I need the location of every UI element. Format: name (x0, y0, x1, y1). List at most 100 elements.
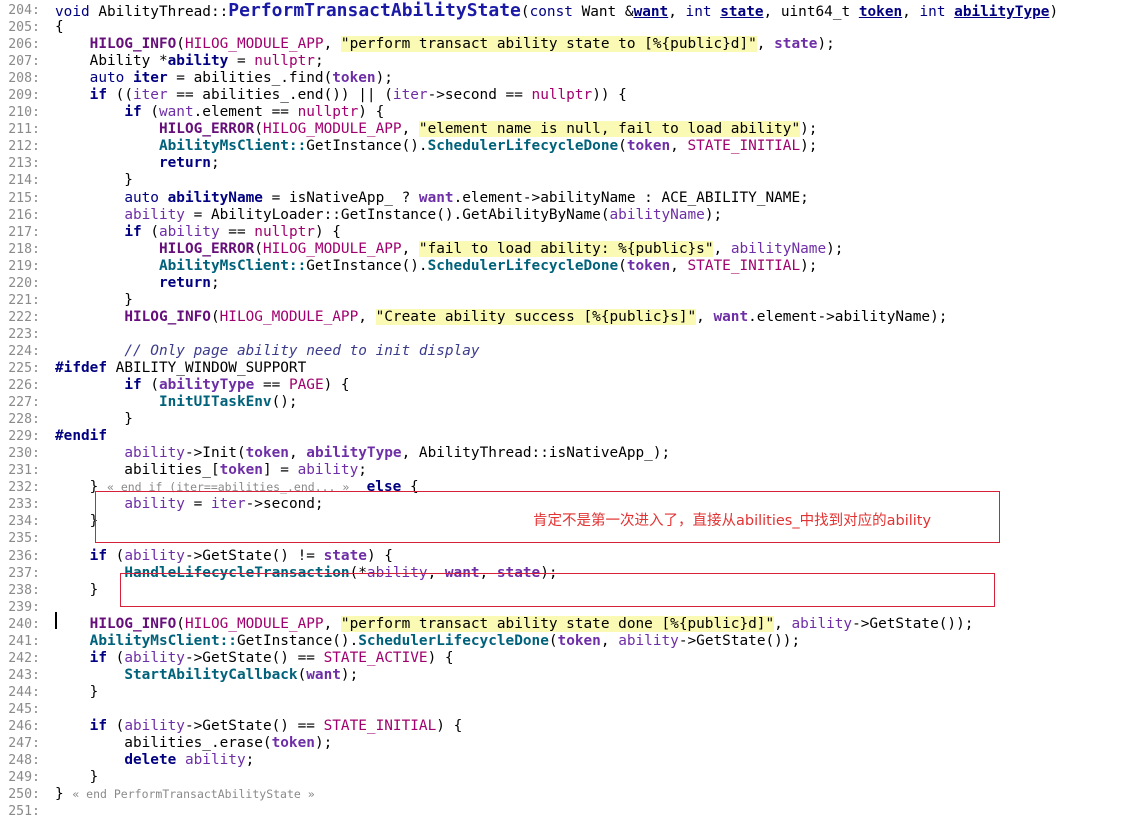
code-line[interactable]: 207: Ability *ability = nullptr; (0, 53, 1123, 70)
code-line[interactable]: 230: ability->Init(token, abilityType, A… (0, 445, 1123, 462)
line-number: 238: (8, 582, 40, 598)
code-line[interactable]: 229: #endif (0, 428, 1123, 445)
code-line[interactable]: 218: HILOG_ERROR(HILOG_MODULE_APP, "fail… (0, 240, 1123, 258)
code-token: uint64_t (780, 4, 859, 20)
code-line[interactable]: 237: HandleLifecycleTransaction(*ability… (0, 565, 1123, 582)
code-token: state (496, 564, 541, 581)
code-token: ); (800, 121, 818, 138)
code-line[interactable]: 247: abilities_.erase(token); (0, 735, 1123, 752)
code-text: auto abilityName = isNativeApp_ ? want.e… (55, 190, 808, 207)
code-token: state (323, 547, 367, 564)
code-token: ability (167, 53, 229, 70)
code-line[interactable]: 208: auto iter = abilities_.find(token); (0, 70, 1123, 87)
code-token: nullptr (254, 53, 315, 70)
code-line[interactable]: 235: (0, 530, 1123, 547)
code-token: state (774, 36, 818, 53)
code-line[interactable]: 236: if (ability->GetState() != state) { (0, 548, 1123, 565)
code-line[interactable]: 214: } (0, 172, 1123, 189)
code-line[interactable]: 246: if (ability->GetState() == STATE_IN… (0, 718, 1123, 735)
code-text: if (ability == nullptr) { (55, 224, 341, 241)
code-line[interactable]: 248: delete ability; (0, 752, 1123, 769)
code-text: if (ability->GetState() != state) { (55, 548, 393, 565)
code-token: .element->abilityName); (748, 308, 948, 325)
code-text: return; (55, 275, 220, 292)
code-line[interactable]: 210: if (want.element == nullptr) { (0, 104, 1123, 121)
code-line[interactable]: 238: } (0, 582, 1123, 599)
code-token: } (55, 769, 99, 786)
code-text: if (ability->GetState() == STATE_ACTIVE)… (55, 650, 454, 667)
code-line[interactable]: 243: StartAbilityCallback(want); (0, 667, 1123, 684)
code-line[interactable]: 206: HILOG_INFO(HILOG_MODULE_APP, "perfo… (0, 36, 1123, 53)
line-number: 215: (8, 190, 40, 206)
code-line[interactable]: 244: } (0, 684, 1123, 701)
code-text: } « end if (iter==abilities_.end... » el… (55, 479, 419, 496)
code-line[interactable]: 219: AbilityMsClient::GetInstance().Sche… (0, 258, 1123, 275)
code-line[interactable]: 215: auto abilityName = isNativeApp_ ? w… (0, 190, 1123, 207)
code-token: token (557, 632, 601, 649)
code-token: ->GetState()); (852, 615, 974, 632)
line-number: 226: (8, 378, 40, 394)
code-token: ); (540, 564, 558, 581)
code-line[interactable]: 245: (0, 701, 1123, 718)
line-number: 239: (8, 599, 40, 615)
code-line[interactable]: 242: if (ability->GetState() == STATE_AC… (0, 650, 1123, 667)
code-token: AbilityMsClient:: (158, 257, 307, 274)
code-token: Ability (55, 53, 159, 70)
code-line[interactable]: 232: } « end if (iter==abilities_.end...… (0, 479, 1123, 496)
code-line[interactable]: 228: } (0, 411, 1123, 428)
line-number: 233: (8, 497, 40, 513)
code-token: (( (115, 87, 133, 104)
line-number: 250: (8, 787, 40, 803)
code-token: ); (817, 36, 835, 53)
code-token: } (55, 411, 133, 428)
code-token: abilityName (730, 240, 827, 257)
code-line[interactable]: 225: #ifdef ABILITY_WINDOW_SUPPORT (0, 360, 1123, 377)
code-line[interactable]: 231: abilities_[token] = ability; (0, 462, 1123, 479)
code-text: delete ability; (55, 752, 254, 769)
code-line[interactable]: 251: (0, 803, 1123, 820)
code-text: } (55, 684, 99, 701)
code-token: , (323, 615, 341, 632)
code-token: ->GetState() != (184, 547, 324, 564)
code-line[interactable]: 216: ability = AbilityLoader::GetInstanc… (0, 207, 1123, 224)
code-line[interactable]: 224: // Only page ability need to init d… (0, 343, 1123, 360)
code-line[interactable]: 213: return; (0, 155, 1123, 172)
code-line[interactable]: 211: HILOG_ERROR(HILOG_MODULE_APP, "elem… (0, 121, 1123, 138)
code-token: ( (210, 308, 220, 325)
code-line[interactable]: 217: if (ability == nullptr) { (0, 224, 1123, 241)
code-line[interactable]: 221: } (0, 292, 1123, 309)
code-line[interactable]: 250:} « end PerformTransactAbilityState … (0, 786, 1123, 803)
code-line[interactable]: 204: void AbilityThread::PerformTransactA… (0, 2, 1123, 21)
code-editor[interactable]: 204: void AbilityThread::PerformTransactA… (0, 2, 1123, 820)
code-line[interactable]: 205: { (0, 19, 1123, 36)
code-line[interactable]: 222: HILOG_INFO(HILOG_MODULE_APP, "Creat… (0, 308, 1123, 326)
code-line[interactable]: 240: HILOG_INFO(HILOG_MODULE_APP, "perfo… (0, 615, 1123, 633)
code-token: int (919, 4, 955, 20)
code-line[interactable]: 220: return; (0, 275, 1123, 292)
code-text: Ability *ability = nullptr; (55, 53, 324, 70)
code-text: ability = iter->second; (55, 496, 323, 513)
code-token: ; (210, 274, 220, 291)
code-line[interactable]: 223: (0, 326, 1123, 343)
line-number: 218: (8, 241, 40, 257)
code-line[interactable]: 227: InitUITaskEnv(); (0, 394, 1123, 411)
code-token: iter (392, 87, 428, 104)
code-line[interactable]: 212: AbilityMsClient::GetInstance().Sche… (0, 138, 1123, 155)
code-token: , (600, 632, 619, 649)
code-line[interactable]: 249: } (0, 769, 1123, 786)
line-number: 237: (8, 565, 40, 581)
code-token: ); (375, 70, 393, 87)
code-token: delete (124, 752, 185, 769)
line-number: 223: (8, 326, 40, 342)
code-line[interactable]: 209: if ((iter == abilities_.end()) || (… (0, 87, 1123, 104)
code-line[interactable]: 226: if (abilityType == PAGE) { (0, 377, 1123, 394)
code-token: ); (314, 735, 333, 752)
code-token: HILOG_ERROR (158, 121, 255, 138)
code-text: } (55, 292, 133, 309)
code-line[interactable]: 239: (0, 599, 1123, 616)
code-line[interactable]: 241: AbilityMsClient::GetInstance().Sche… (0, 633, 1123, 650)
